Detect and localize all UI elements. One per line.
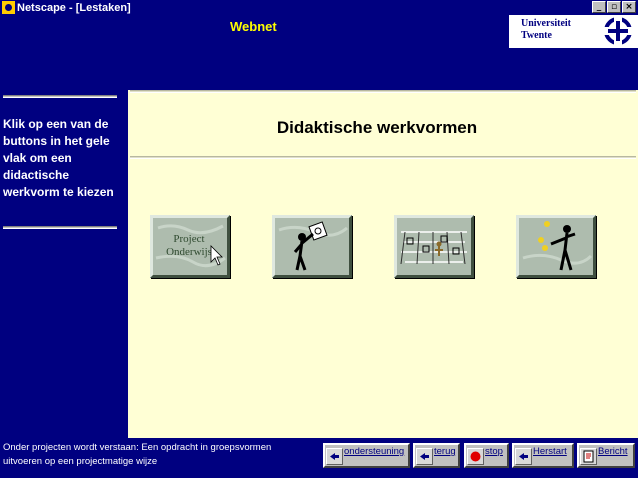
arrow-left-icon <box>515 448 532 465</box>
site-name: Webnet <box>230 19 277 34</box>
back-button[interactable]: terug <box>413 443 460 468</box>
support-button[interactable]: ondersteuning <box>323 443 410 468</box>
sidebar-divider-bottom <box>3 226 117 229</box>
tile-presentation[interactable] <box>272 215 352 278</box>
university-logo[interactable]: Universiteit Twente <box>509 15 638 48</box>
restore-button[interactable]: ▫ <box>607 1 621 13</box>
close-button[interactable]: × <box>622 1 636 13</box>
tile-group-work[interactable] <box>394 215 474 278</box>
netscape-icon <box>2 1 15 14</box>
status-description: Onder projecten wordt verstaan: Een opdr… <box>3 442 272 467</box>
sidebar: Klik op een van de buttons in het gele v… <box>0 90 128 438</box>
main-divider-top <box>130 90 636 93</box>
support-label: ondersteuning <box>344 446 405 457</box>
logo-line-2: Twente <box>521 30 552 41</box>
tile-project-line2: Onderwijs <box>166 246 212 258</box>
main-divider-bottom <box>130 156 636 159</box>
stop-icon <box>467 448 484 465</box>
stop-label: stop <box>485 446 503 457</box>
message-icon <box>580 448 597 465</box>
arrow-left-icon <box>326 448 343 465</box>
minimize-button[interactable]: _ <box>592 1 606 13</box>
ut-logo-icon <box>604 17 632 45</box>
window-controls: _ ▫ × <box>592 1 636 13</box>
logo-line-1: Universiteit <box>521 18 571 29</box>
window-title: Netscape - [Lestaken] <box>17 1 131 14</box>
stop-button[interactable]: stop <box>464 443 509 468</box>
juggler-icon <box>519 218 593 275</box>
back-label: terug <box>434 446 456 457</box>
classroom-icon <box>397 218 471 275</box>
page-header: Webnet Universiteit Twente <box>0 15 638 90</box>
page-title: Didaktische werkvormen <box>276 118 478 137</box>
message-button[interactable]: Bericht <box>577 443 635 468</box>
presenter-icon <box>275 218 349 275</box>
tile-project-line1: Project <box>173 233 204 245</box>
restart-label: Herstart <box>533 446 567 457</box>
sidebar-instruction: Klik op een van de buttons in het gele v… <box>3 117 114 199</box>
message-label: Bericht <box>598 446 628 457</box>
main-panel: Didaktische werkvormen Project Onderwijs <box>128 90 638 438</box>
sidebar-divider-top <box>3 95 117 98</box>
tile-individual[interactable] <box>516 215 596 278</box>
arrow-left-icon <box>416 448 433 465</box>
tile-project-onderwijs[interactable]: Project Onderwijs <box>150 215 230 278</box>
window-titlebar: Netscape - [Lestaken] _ ▫ × <box>0 0 638 15</box>
restart-button[interactable]: Herstart <box>512 443 574 468</box>
status-bar: Onder projecten wordt verstaan: Een opdr… <box>0 438 638 478</box>
